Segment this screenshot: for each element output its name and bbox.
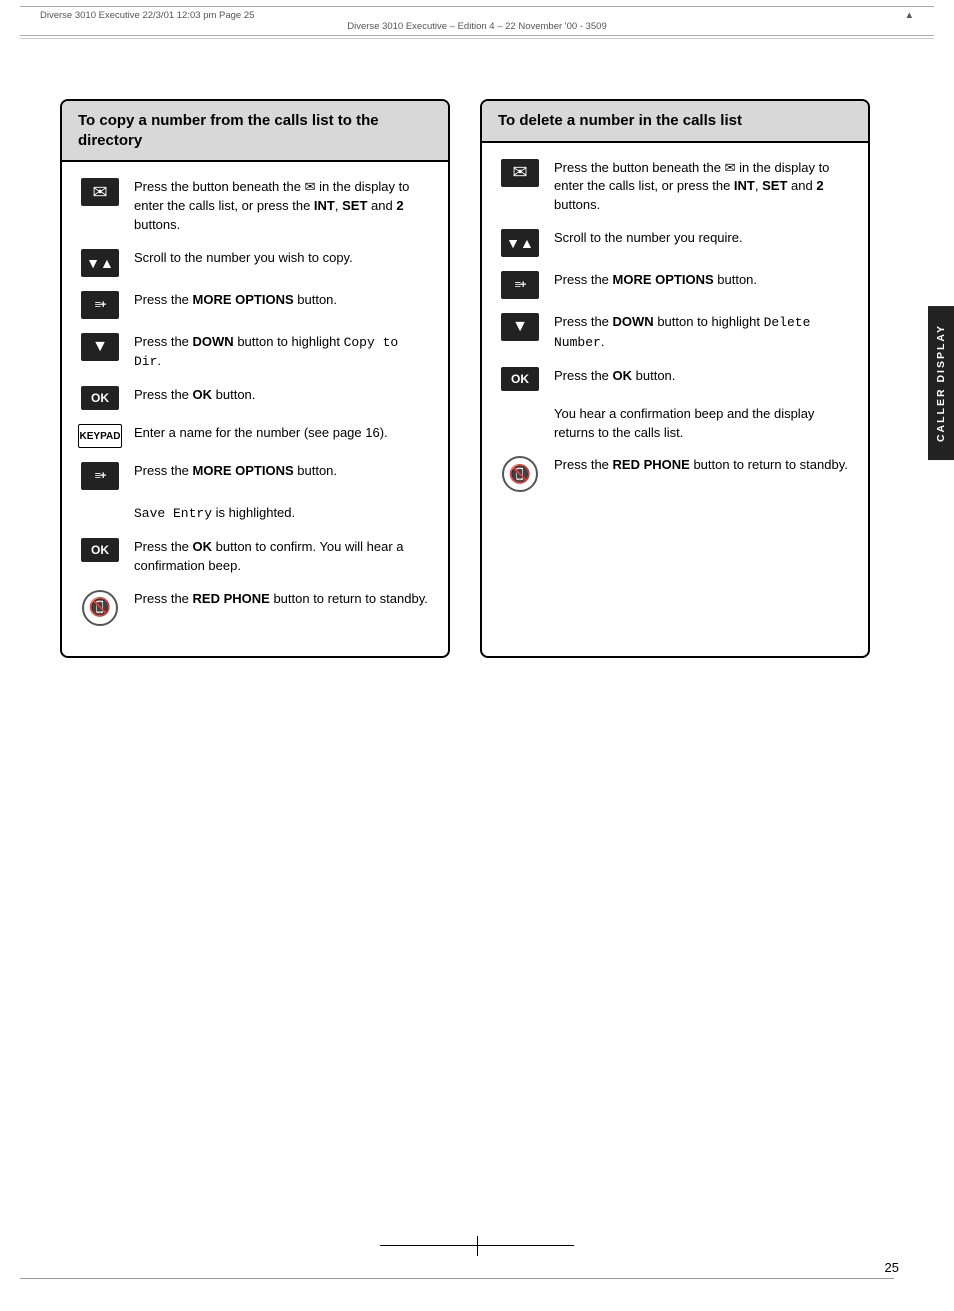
down-icon-right-4: ▼ — [501, 313, 539, 341]
left-section: To copy a number from the calls list to … — [60, 99, 450, 658]
left-step-5-text: Press the OK button. — [134, 386, 432, 405]
right-step-1: Press the button beneath the ✉ in the di… — [498, 159, 852, 216]
right-step-5-text: Press the OK button. — [554, 367, 852, 386]
left-step-4-text: Press the DOWN button to highlight Copy … — [134, 333, 432, 373]
ok-icon-left-9: OK — [81, 538, 119, 562]
red-phone-icon-right-7: 📵 — [502, 456, 538, 492]
envelope-icon-left-1 — [81, 178, 119, 206]
header-top: Diverse 3010 Executive 22/3/01 12:03 pm … — [40, 10, 254, 21]
corner-mark: ▲ — [905, 10, 914, 21]
options-icon-right-3: ≡+ — [501, 271, 539, 299]
left-step-10-text: Press the RED PHONE button to return to … — [134, 590, 432, 609]
left-step-9: OK Press the OK button to confirm. You w… — [78, 538, 432, 576]
right-step-2-text: Scroll to the number you require. — [554, 229, 852, 248]
ok-icon-right-5: OK — [501, 367, 539, 391]
red-phone-icon-left-10: 📵 — [82, 590, 118, 626]
left-step-2: ▼▲ Scroll to the number you wish to copy… — [78, 249, 432, 277]
right-step-2: ▼▲ Scroll to the number you require. — [498, 229, 852, 257]
options-icon-left-3: ≡+ — [81, 291, 119, 319]
keypad-icon-left-6: KEYPAD — [78, 424, 122, 448]
right-step-4: ▼ Press the DOWN button to highlight Del… — [498, 313, 852, 353]
left-step-7-text: Press the MORE OPTIONS button. — [134, 462, 432, 481]
right-step-3-text: Press the MORE OPTIONS button. — [554, 271, 852, 290]
right-step-3: ≡+ Press the MORE OPTIONS button. — [498, 271, 852, 299]
left-step-1-text: Press the button beneath the ✉ in the di… — [134, 178, 432, 235]
left-step-6: KEYPAD Enter a name for the number (see … — [78, 424, 432, 448]
left-step-6-text: Enter a name for the number (see page 16… — [134, 424, 432, 443]
left-step-9-text: Press the OK button to confirm. You will… — [134, 538, 432, 576]
left-step-3: ≡+ Press the MORE OPTIONS button. — [78, 291, 432, 319]
left-step-2-text: Scroll to the number you wish to copy. — [134, 249, 432, 268]
down-icon-left-4: ▼ — [81, 333, 119, 361]
left-step-5: OK Press the OK button. — [78, 386, 432, 410]
arrows-icon-left-2: ▼▲ — [81, 249, 119, 277]
right-section: To delete a number in the calls list Pre… — [480, 99, 870, 658]
ok-icon-left-5: OK — [81, 386, 119, 410]
right-step-4-text: Press the DOWN button to highlight Delet… — [554, 313, 852, 353]
options-icon-left-7: ≡+ — [81, 462, 119, 490]
envelope-icon-right-1 — [501, 159, 539, 187]
left-step-3-text: Press the MORE OPTIONS button. — [134, 291, 432, 310]
right-step-6-text: You hear a confirmation beep and the dis… — [554, 405, 852, 443]
left-step-10: 📵 Press the RED PHONE button to return t… — [78, 590, 432, 626]
right-step-6: You hear a confirmation beep and the dis… — [498, 405, 852, 443]
arrows-icon-right-2: ▼▲ — [501, 229, 539, 257]
left-step-8-text: Save Entry is highlighted. — [134, 504, 432, 524]
left-section-title: To copy a number from the calls list to … — [62, 101, 448, 162]
page-number: 25 — [885, 1260, 899, 1275]
header-subtitle: Diverse 3010 Executive – Edition 4 – 22 … — [40, 21, 914, 32]
left-step-4: ▼ Press the DOWN button to highlight Cop… — [78, 333, 432, 373]
left-step-7: ≡+ Press the MORE OPTIONS button. — [78, 462, 432, 490]
left-step-1: Press the button beneath the ✉ in the di… — [78, 178, 432, 235]
right-section-title: To delete a number in the calls list — [482, 101, 868, 143]
right-step-7-text: Press the RED PHONE button to return to … — [554, 456, 852, 475]
right-step-1-text: Press the button beneath the ✉ in the di… — [554, 159, 852, 216]
right-step-7: 📵 Press the RED PHONE button to return t… — [498, 456, 852, 492]
sidebar-label: CALLER DISPLAY — [928, 306, 954, 460]
left-step-8: Save Entry is highlighted. — [78, 504, 432, 524]
right-step-5: OK Press the OK button. — [498, 367, 852, 391]
